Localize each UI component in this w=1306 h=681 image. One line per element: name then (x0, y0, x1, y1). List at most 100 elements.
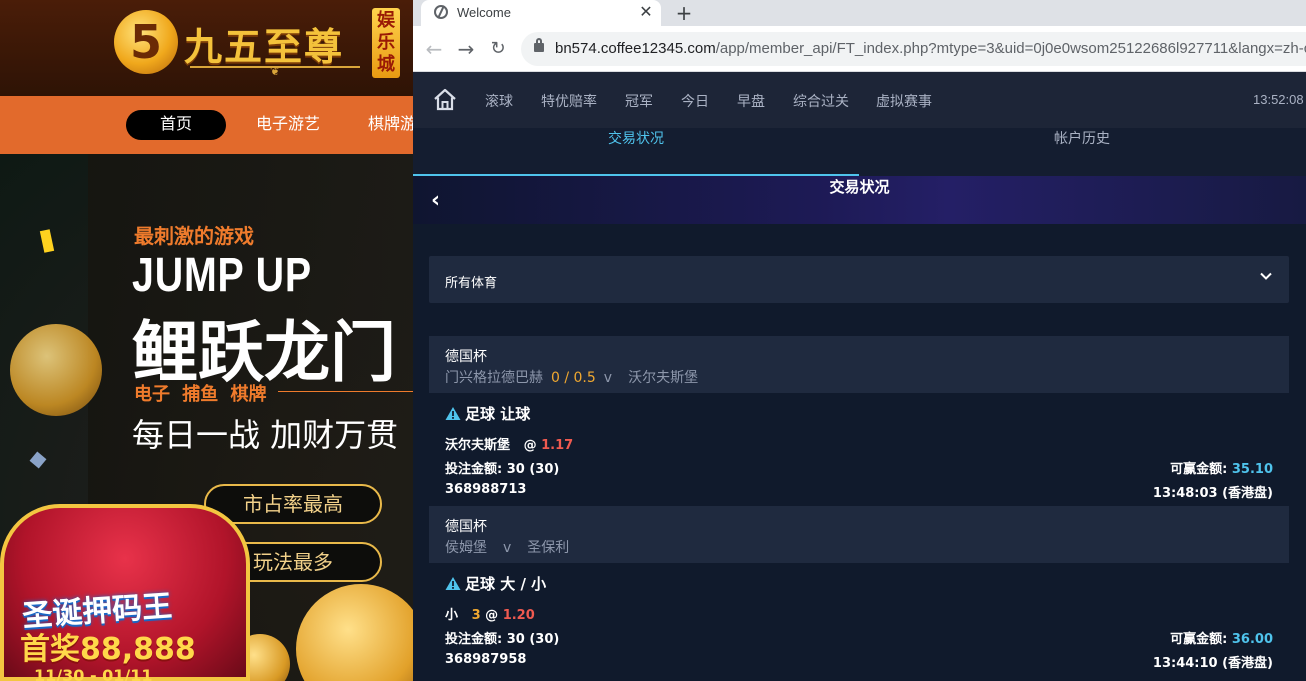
league-name: 德国杯 (445, 519, 487, 535)
confetti-decoration (39, 229, 55, 253)
at-sign: @ (523, 438, 537, 453)
reload-icon[interactable]: ↻ (486, 37, 510, 61)
warning-icon (445, 577, 461, 590)
bet-card: 德国杯 侯姆堡 v 圣保利 足球 大 / 小 小 3 @ 1.20 投注金额: 30… (429, 506, 1289, 681)
home-team: 门兴格拉德巴赫 (445, 370, 543, 386)
selection-name: 小 (445, 608, 459, 623)
bet-card: 德国杯 门兴格拉德巴赫 0 / 0.5 v 沃尔夫斯堡 足球 让球 沃尔夫斯堡 @ 1… (429, 336, 1289, 506)
page-header: 交易状况 ‹ (413, 176, 1306, 224)
stake-value: 30 (30) (506, 462, 560, 477)
bet-selection: 沃尔夫斯堡 @ 1.17 (445, 434, 573, 453)
back-chevron-icon[interactable]: ‹ (431, 188, 440, 213)
stake-amount: 投注金额: 30 (30) (445, 458, 559, 477)
casino-logo-text[interactable]: 九五至尊 (184, 16, 344, 71)
url-host: bn574.coffee12345.com (555, 40, 716, 57)
away-team: 沃尔夫斯堡 (628, 370, 699, 386)
christmas-promo-prize: 首奖88,888 (20, 632, 196, 667)
url-path: /app/member_api/FT_index.php?mtype=3&uid… (715, 40, 1306, 57)
warning-icon (445, 407, 461, 420)
tab-close-icon[interactable]: ✕ (637, 3, 655, 21)
banner-divider (278, 391, 413, 392)
confetti-decoration (29, 451, 47, 469)
match-teams: 门兴格拉德巴赫 0 / 0.5 v 沃尔夫斯堡 (445, 367, 698, 387)
casino-header: 5 九五至尊 ❦ 娱乐城 (0, 0, 413, 96)
tab-title: Welcome (457, 5, 511, 20)
tab-transaction-status[interactable]: 交易状况 (413, 128, 859, 176)
casino-nav: 首页 电子游艺 棋牌游 (0, 96, 413, 154)
nav-special-odds[interactable]: 特优赔率 (541, 91, 597, 111)
bet-type: 足球 让球 (445, 403, 530, 424)
christmas-promo-badge[interactable]: 圣诞押码王 首奖88,888 11/30 - 01/11 (0, 504, 250, 681)
nav-virtual[interactable]: 虚拟赛事 (876, 91, 932, 111)
bet-match-header: 德国杯 侯姆堡 v 圣保利 (429, 506, 1289, 563)
page-title: 交易状况 (829, 178, 890, 196)
sport-filter-dropdown[interactable]: 所有体育 (429, 256, 1289, 303)
nav-today[interactable]: 今日 (681, 91, 709, 111)
tab-strip: Welcome ✕ + (413, 0, 1306, 26)
bet-details: 足球 大 / 小 小 3 @ 1.20 投注金额: 30 (30) 可赢金额: … (429, 563, 1289, 676)
bet-match-header: 德国杯 门兴格拉德巴赫 0 / 0.5 v 沃尔夫斯堡 (429, 336, 1289, 393)
handicap: 0 / 0.5 (551, 370, 596, 386)
new-tab-button[interactable]: + (673, 2, 695, 24)
screen: 5 九五至尊 ❦ 娱乐城 首页 电子游艺 棋牌游 最刺激的游戏 JUMP UP … (0, 0, 1306, 681)
browser-tab-welcome[interactable]: Welcome ✕ (421, 0, 661, 26)
sub-tabs: 交易状况 帐户历史 (413, 128, 1306, 176)
nav-early[interactable]: 早盘 (737, 91, 765, 111)
nav-live[interactable]: 滚球 (485, 91, 513, 111)
nav-outright[interactable]: 冠军 (625, 91, 653, 111)
stake-label: 投注金额: (445, 632, 503, 647)
win-label: 可赢金额: (1170, 632, 1228, 647)
potential-win: 可赢金额: 36.00 (1170, 628, 1273, 647)
browser-window: Welcome ✕ + ← → ↻ bn574.coffee12345.com/… (413, 0, 1306, 681)
casino-nav-cards[interactable]: 棋牌游 (368, 110, 413, 140)
christmas-promo-date: 11/30 - 01/11 (34, 666, 153, 681)
home-team: 侯姆堡 (445, 540, 487, 556)
banner-slogan: 每日一战 加财万贯 (132, 416, 399, 454)
league-name: 德国杯 (445, 349, 487, 365)
bet-time: 13:44:10 (香港盘) (1152, 656, 1273, 671)
banner-tagline: 最刺激的游戏 (134, 224, 254, 248)
sportsbook-app: 滚球 特优赔率 冠军 今日 早盘 综合过关 虚拟赛事 13:52:08 交易状况… (413, 72, 1306, 681)
win-label: 可赢金额: (1170, 462, 1228, 477)
versus: v (603, 370, 613, 386)
stake-label: 投注金额: (445, 462, 503, 477)
potential-win: 可赢金额: 35.10 (1170, 458, 1273, 477)
ticket-number: 368988713 (445, 482, 527, 497)
promo-banner[interactable]: 最刺激的游戏 JUMP UP 鲤跃龙门 电子 捕鱼 棋牌 每日一战 加财万贯 市… (0, 154, 413, 681)
casino-nav-slots[interactable]: 电子游艺 (256, 110, 320, 140)
browser-toolbar: ← → ↻ bn574.coffee12345.com/app/member_a… (413, 26, 1306, 72)
sport-filter-value: 所有体育 (445, 276, 498, 291)
lock-icon[interactable] (534, 38, 544, 52)
win-value: 35.10 (1231, 462, 1273, 477)
at-sign: @ (485, 608, 499, 623)
bet-time: 13:48:03 (香港盘) (1152, 486, 1273, 501)
bet-type-label: 足球 让球 (465, 405, 531, 423)
gold-coin-decoration (10, 324, 102, 416)
clock: 13:52:08 (1253, 92, 1304, 107)
banner-pill-market-share: 市占率最高 (204, 484, 382, 524)
bet-selection: 小 3 @ 1.20 (445, 604, 535, 623)
win-value: 36.00 (1231, 632, 1273, 647)
nav-parlay[interactable]: 综合过关 (793, 91, 849, 111)
home-icon[interactable] (433, 88, 457, 112)
selection-name: 沃尔夫斯堡 (445, 438, 511, 453)
odds-value: 1.17 (541, 438, 574, 453)
casino-logo-badge[interactable]: 5 (114, 10, 178, 74)
tab-account-history[interactable]: 帐户历史 (859, 128, 1305, 176)
versus: v (503, 540, 512, 556)
bet-type: 足球 大 / 小 (445, 573, 546, 594)
back-arrow-icon[interactable]: ← (422, 37, 446, 61)
stake-value: 30 (30) (506, 632, 560, 647)
casino-logo-side-text: 娱乐城 (372, 8, 400, 78)
address-bar[interactable]: bn574.coffee12345.com/app/member_api/FT_… (521, 32, 1306, 66)
url-text[interactable]: bn574.coffee12345.com/app/member_api/FT_… (555, 40, 1306, 57)
forward-arrow-icon[interactable]: → (454, 37, 478, 61)
banner-title: JUMP UP (132, 249, 313, 302)
selection-line: 3 (471, 608, 481, 623)
banner-categories: 电子 捕鱼 棋牌 (134, 384, 267, 405)
sportsbook-nav: 滚球 特优赔率 冠军 今日 早盘 综合过关 虚拟赛事 13:52:08 (413, 72, 1306, 128)
ticket-number: 368987958 (445, 652, 527, 667)
odds-value: 1.20 (502, 608, 535, 623)
away-team: 圣保利 (527, 540, 570, 556)
casino-nav-home[interactable]: 首页 (126, 110, 226, 140)
